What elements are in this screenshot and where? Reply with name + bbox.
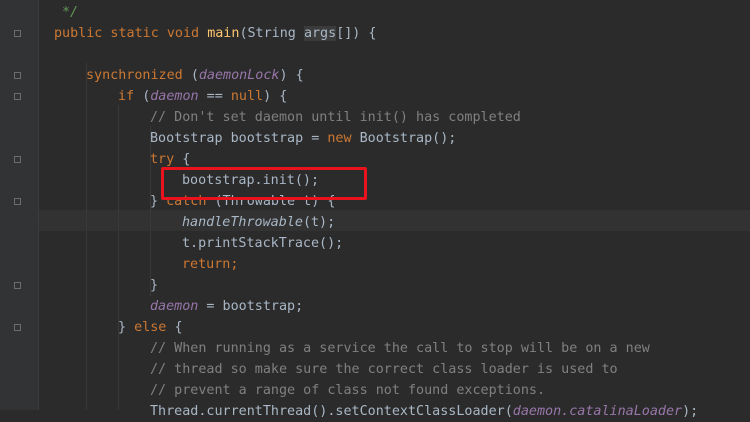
- fold-marker-icon[interactable]: [14, 72, 21, 79]
- fold-marker-icon[interactable]: [14, 324, 21, 331]
- fold-marker-icon[interactable]: [14, 30, 21, 37]
- code-line: t.printStackTrace();: [182, 236, 344, 251]
- line-gutter: [0, 0, 38, 410]
- code-line: synchronized (daemonLock) {: [86, 68, 304, 83]
- code-comment: // prevent a range of class not found ex…: [150, 383, 546, 398]
- code-line: Thread.currentThread().setContextClassLo…: [150, 404, 699, 419]
- fold-marker-icon[interactable]: [14, 282, 21, 289]
- fold-marker-icon[interactable]: [14, 198, 21, 205]
- code-comment: // Don't set daemon until init() has com…: [150, 110, 521, 125]
- code-line: daemon = bootstrap;: [150, 299, 304, 314]
- code-comment: // thread so make sure the correct class…: [150, 362, 618, 377]
- code-comment: // When running as a service the call to…: [150, 341, 650, 356]
- code-editor[interactable]: */ public static void main(String args[]…: [39, 0, 750, 419]
- code-line: }: [150, 278, 159, 293]
- fold-marker-icon[interactable]: [14, 93, 21, 100]
- code-line: if (daemon == null) {: [118, 89, 288, 104]
- code-line: } else {: [118, 320, 183, 335]
- highlight-annotation-box: [161, 167, 367, 200]
- code-line: */: [62, 5, 79, 20]
- code-line: return;: [182, 257, 239, 272]
- indent-guide: [86, 63, 87, 410]
- code-line: handleThrowable(t);: [182, 215, 336, 230]
- code-line: public static void main(String args[]) {: [54, 26, 377, 41]
- indent-guide: [118, 105, 119, 410]
- fold-marker-icon[interactable]: [14, 156, 21, 163]
- code-line: Bootstrap bootstrap = new Bootstrap();: [150, 131, 457, 146]
